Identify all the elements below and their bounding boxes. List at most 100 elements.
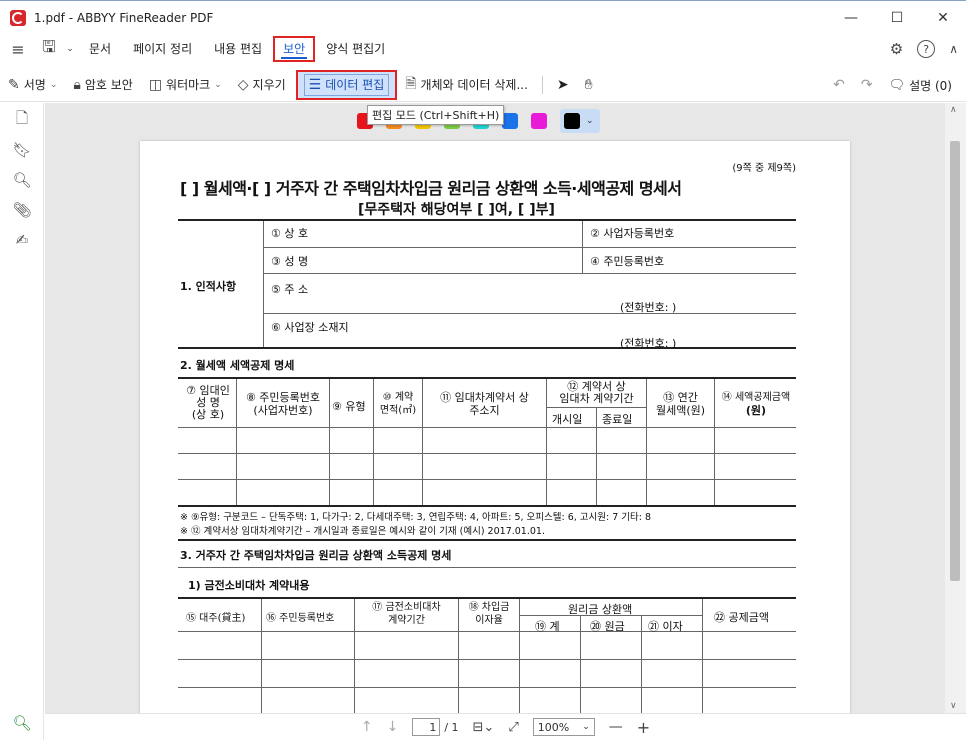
zoom-in-icon[interactable]: + (637, 718, 650, 737)
rule-line (596, 407, 597, 505)
fit-page-icon[interactable]: ⤢ (508, 720, 518, 735)
note-type-codes: ※ ⑨유형: 구분코드 – 단독주택: 1, 다가구: 2, 다세대주택: 3,… (180, 512, 652, 523)
comment-icon: 🗨 (888, 77, 906, 93)
document-viewer[interactable]: ⌄ 편집 모드 (Ctrl+Shift+H) (9쪽 중 제9쪽) [ ] 월세… (45, 103, 945, 713)
header-interest-rate: ⑱ 차입금 이자율 (468, 602, 510, 626)
collapse-chevron-icon[interactable]: ∧ (949, 42, 958, 56)
rule-line (178, 479, 796, 480)
hamburger-menu-icon[interactable]: ≡ (0, 34, 36, 64)
document-delete-icon: 🗎 (405, 75, 417, 92)
close-button[interactable]: ✕ (920, 1, 966, 35)
header-annual-rent: ⑬ 연간 월세액(원) (655, 391, 706, 417)
rule-line (178, 453, 796, 454)
field-workplace-address: ⑥ 사업장 소재지 (271, 321, 349, 334)
pen-icon: ✎ (8, 76, 20, 93)
hand-tool-button[interactable]: ✋︎ (577, 70, 601, 100)
zoom-select[interactable]: 100% ⌄ (532, 718, 595, 736)
field-name: ③ 성 명 (271, 255, 309, 268)
save-icon[interactable]: 🖫 (36, 34, 62, 64)
rule-line (519, 599, 520, 713)
field-resident-number: ④ 주민등록번호 (590, 255, 665, 268)
select-tool-button[interactable]: ➤ (549, 70, 577, 100)
rule-line (178, 687, 796, 688)
cursor-arrow-icon: ➤ (556, 76, 569, 93)
bookmark-icon[interactable]: 🔖︎ (0, 135, 44, 165)
zoom-out-icon[interactable]: — (609, 719, 623, 735)
header-lender: ⑮ 대주(貸主) (186, 613, 246, 624)
field-business-number: ② 사업자등록번호 (590, 227, 675, 240)
menu-content-edit[interactable]: 내용 편집 (203, 36, 273, 62)
notes-button[interactable]: 🗨 설명 (0) (889, 77, 952, 94)
rule-line (580, 615, 581, 713)
rule-line (178, 427, 796, 428)
rule-line (702, 599, 703, 713)
ocr-status-icon[interactable]: 🔍︎ (0, 710, 44, 736)
chevron-down-icon: ⌄ (214, 79, 222, 90)
chevron-down-icon[interactable]: ⌄ (62, 34, 78, 64)
page-number-input[interactable]: 1 (412, 718, 441, 736)
title-bar: 1.pdf - ABBYY FineReader PDF — ☐ ✕ (0, 0, 966, 34)
section2-label: 2. 월세액 세액공제 명세 (180, 359, 295, 372)
window-controls: — ☐ ✕ (828, 1, 966, 35)
help-icon[interactable]: ? (917, 40, 936, 58)
minimize-button[interactable]: — (828, 1, 874, 35)
password-security-button[interactable]: 🔒︎ 암호 보안 (65, 70, 140, 100)
header-start-date: 개시일 (552, 413, 583, 426)
redo-icon[interactable]: ↷ (861, 77, 873, 93)
rule-line (178, 631, 796, 632)
next-page-icon[interactable]: ↓ (387, 719, 399, 735)
rule-line (178, 567, 796, 568)
menu-security[interactable]: 보안 (273, 36, 316, 62)
page-thumbnails-icon[interactable]: 🗋 (0, 105, 44, 135)
header-end-date: 종료일 (602, 413, 633, 426)
color-dropdown-selected[interactable]: ⌄ (560, 109, 600, 133)
header-lender-resident-number: ⑯ 주민등록번호 (266, 613, 335, 624)
chevron-down-icon: ⌄ (582, 722, 590, 732)
settings-gear-icon[interactable]: ⚙ (890, 40, 903, 58)
selected-color-black (564, 113, 580, 129)
edit-mode-tooltip: 편집 모드 (Ctrl+Shift+H) (367, 105, 505, 125)
signature-pen-icon[interactable]: ✍ (0, 225, 44, 255)
eraser-icon: ◇ (237, 76, 249, 93)
undo-icon[interactable]: ↶ (833, 77, 845, 93)
page-number-note: (9쪽 중 제9쪽) (732, 163, 796, 174)
page-layout-icon[interactable]: ⊟⌄ (473, 720, 495, 735)
header-type: ⑨ 유형 (332, 400, 366, 413)
color-swatch-magenta[interactable] (531, 113, 547, 129)
field-address: ⑤ 주 소 (271, 283, 309, 296)
menu-document[interactable]: 문서 (78, 36, 122, 62)
app-logo-icon (10, 9, 26, 26)
erase-button[interactable]: ◇ 지우기 (230, 70, 294, 100)
attachment-icon[interactable]: 📎︎ (0, 195, 44, 225)
rule-line (263, 221, 264, 347)
watermark-icon: ◫ (148, 76, 163, 93)
chevron-down-icon: ⌄ (586, 116, 594, 126)
vertical-scrollbar[interactable]: ∧ ∨ (945, 103, 966, 713)
rule-line (178, 505, 796, 507)
header-lease-period: ⑫ 계약서 상 임대차 계약기간 (559, 380, 634, 405)
signature-button[interactable]: ✎ 서명 ⌄ (0, 70, 65, 100)
security-toolbar: ✎ 서명 ⌄ 🔒︎ 암호 보안 ◫ 워터마크 ⌄ ◇ 지우기 ☰ 데이터 편집 … (0, 68, 966, 102)
scroll-down-icon[interactable]: ∨ (950, 701, 957, 711)
field-phone-1: (전화번호: ) (620, 301, 677, 314)
pdf-page: (9쪽 중 제9쪽) [ ] 월세액·[ ] 거주자 간 주택임차차입금 원리금… (140, 141, 850, 713)
delete-objects-button[interactable]: 🗎 개체와 데이터 삭제... (397, 70, 536, 100)
header-lease-address: ⑪ 임대차계약서 상 주소지 (440, 391, 529, 417)
maximize-button[interactable]: ☐ (874, 1, 920, 35)
section3-label: 3. 거주자 간 주택임차차입금 원리금 상환액 소득공제 명세 (180, 549, 452, 562)
search-icon[interactable]: 🔍︎ (0, 165, 44, 195)
previous-page-icon[interactable]: ↑ (361, 719, 373, 735)
menu-page-organize[interactable]: 페이지 정리 (122, 36, 203, 62)
scrollbar-thumb[interactable] (950, 141, 960, 581)
hand-icon: ✋︎ (584, 76, 593, 93)
left-sidebar: 🗋 🔖︎ 🔍︎ 📎︎ ✍ 🔍︎ (0, 103, 44, 740)
watermark-button[interactable]: ◫ 워터마크 ⌄ (141, 70, 230, 100)
header-deduction-amount: ㉒ 공제금액 (714, 611, 769, 624)
data-edit-button[interactable]: ☰ 데이터 편집 (295, 69, 398, 100)
rule-line (178, 659, 796, 660)
color-swatch-blue[interactable] (502, 113, 518, 129)
header-repayment-total: ⑲ 계 (535, 620, 560, 633)
menu-form-editor[interactable]: 양식 편집기 (315, 36, 396, 62)
scroll-up-icon[interactable]: ∧ (950, 105, 957, 115)
window-title: 1.pdf - ABBYY FineReader PDF (34, 10, 214, 25)
